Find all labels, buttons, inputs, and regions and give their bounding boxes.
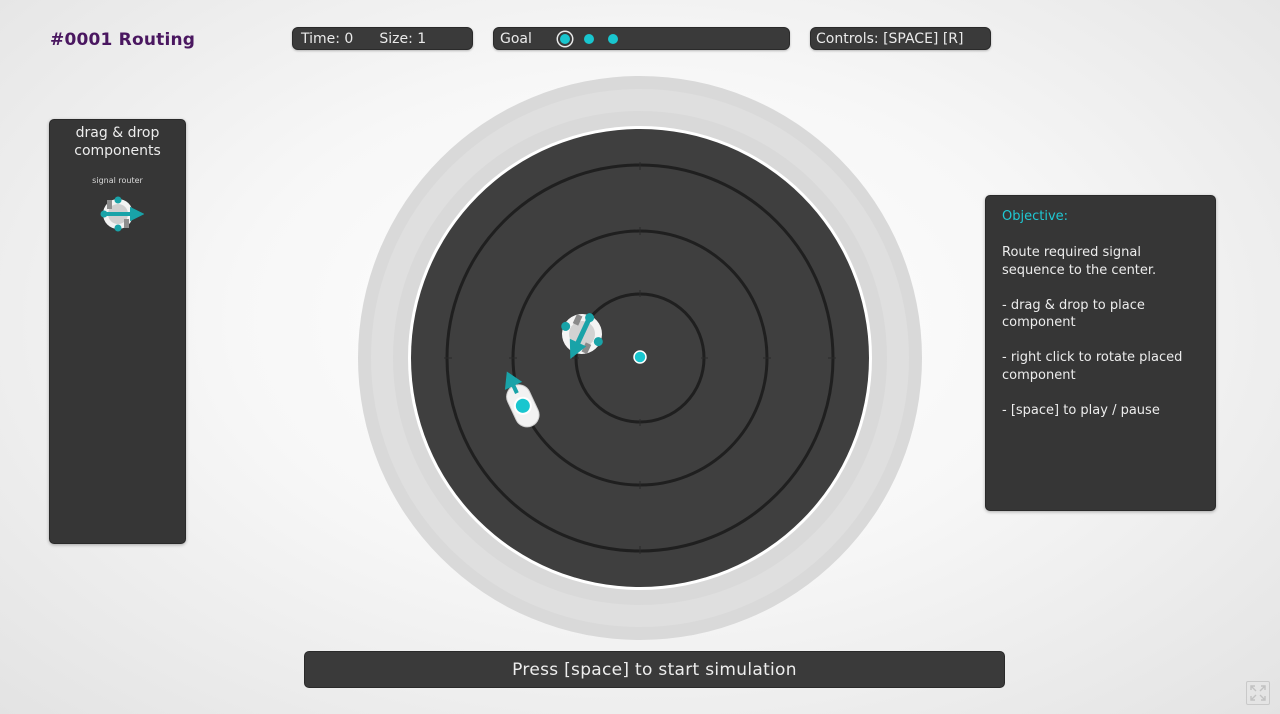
goal-bar: Goal bbox=[493, 27, 790, 50]
placed-signal-router[interactable] bbox=[556, 308, 608, 360]
time-readout: Time: 0 bbox=[301, 30, 354, 47]
objective-paragraph: - [space] to play / pause bbox=[1002, 402, 1160, 418]
center-target bbox=[633, 350, 647, 364]
goal-label: Goal bbox=[500, 30, 532, 47]
components-heading: drag & drop components bbox=[50, 124, 185, 160]
goal-signal-dot bbox=[559, 33, 570, 44]
objective-title: Objective: bbox=[1002, 209, 1069, 224]
level-title: #0001 Routing bbox=[50, 30, 196, 50]
objective-paragraph: - right click to rotate placed component bbox=[1002, 350, 1183, 383]
goal-signal-dot bbox=[583, 33, 594, 44]
objective-text: Route required signal sequence to the ce… bbox=[1002, 244, 1202, 437]
controls-bar: Controls: [SPACE] [R] bbox=[810, 27, 991, 50]
components-panel: drag & drop components signal router bbox=[49, 119, 186, 544]
simulation-status-bar[interactable]: Press [space] to start simulation bbox=[304, 651, 1005, 688]
fullscreen-icon[interactable] bbox=[1246, 681, 1270, 705]
size-readout: Size: 1 bbox=[379, 30, 427, 47]
controls-label: Controls: [SPACE] [R] bbox=[816, 30, 964, 47]
components-heading-line: components bbox=[74, 143, 161, 159]
objective-panel: Objective: Route required signal sequenc… bbox=[985, 195, 1216, 511]
signal-emitter bbox=[499, 370, 545, 434]
goal-signal-dot bbox=[607, 33, 618, 44]
simulation-status-text: Press [space] to start simulation bbox=[512, 659, 797, 680]
objective-paragraph: Route required signal sequence to the ce… bbox=[1002, 245, 1157, 278]
objective-paragraph: - drag & drop to place component bbox=[1002, 297, 1145, 331]
component-label-signal-router: signal router bbox=[92, 176, 143, 185]
time-size-bar: Time: 0 Size: 1 bbox=[292, 27, 473, 50]
components-heading-line: drag & drop bbox=[75, 125, 160, 141]
game-board[interactable] bbox=[357, 75, 923, 641]
signal-router-icon[interactable] bbox=[98, 194, 145, 234]
